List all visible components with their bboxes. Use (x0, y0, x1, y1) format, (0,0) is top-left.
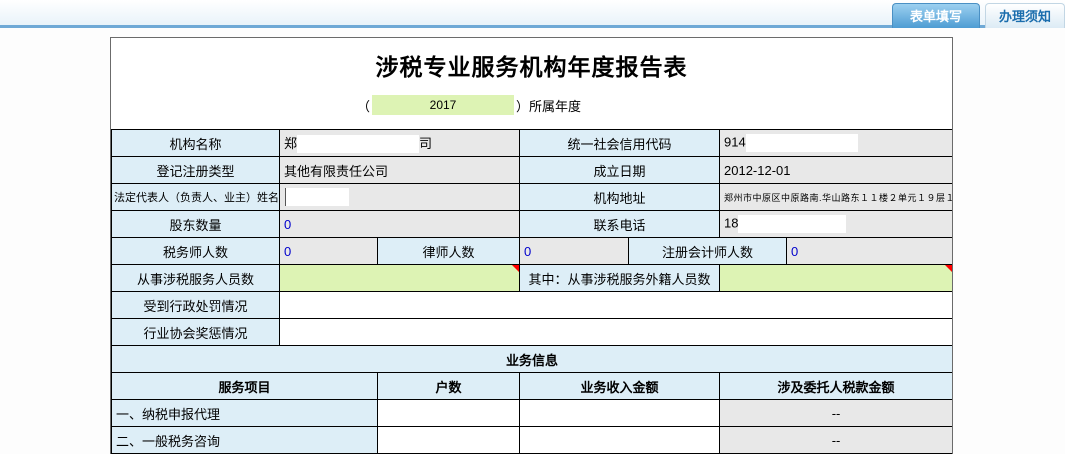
business-row-name: 一、纳税申报代理 (112, 400, 378, 427)
table-row: 二、一般税务咨询 -- (112, 427, 953, 454)
tab-handling-notice[interactable]: 办理须知 (985, 3, 1065, 28)
table-row: 税务师人数 0 律师人数 0 注册会计师人数 0 (112, 238, 953, 265)
reg-type-value: 其他有限责任公司 (280, 157, 520, 184)
table-row: 一、纳税申报代理 -- (112, 400, 953, 427)
legal-rep-redaction (285, 188, 349, 206)
tab-group: 表单填写 办理须知 (892, 3, 1065, 28)
business-row-income-input[interactable] (520, 400, 720, 427)
col-header-income: 业务收入金额 (520, 373, 720, 400)
credit-code-text: 914 (724, 134, 746, 149)
tax-agent-count-label: 税务师人数 (112, 238, 280, 265)
cpa-count-label: 注册会计师人数 (629, 238, 787, 265)
form-panel: 涉税专业服务机构年度报告表 （ 2017 ）所属年度 机构名称 郑司 统一社会信… (110, 37, 953, 454)
association-reward-input[interactable] (280, 319, 953, 346)
foreign-staff-count-label: 其中：从事涉税服务外籍人员数 (520, 265, 720, 292)
association-reward-label: 行业协会奖惩情况 (112, 319, 280, 346)
tax-agent-count-value[interactable]: 0 (280, 238, 378, 265)
table-row: 行业协会奖惩情况 (112, 319, 953, 346)
credit-code-value: 914 (720, 130, 953, 157)
address-label: 机构地址 (520, 184, 720, 211)
year-line: （ 2017 ）所属年度 (111, 94, 952, 116)
year-close-text: ）所属年度 (516, 96, 581, 115)
business-row-income-input[interactable] (520, 427, 720, 454)
establish-date-value: 2012-12-01 (720, 157, 953, 184)
required-corner-marker (512, 265, 519, 272)
org-name-suffix: 司 (419, 136, 432, 151)
org-name-value: 郑司 (280, 130, 520, 157)
table-row: 服务项目 户数 业务收入金额 涉及委托人税款金额 (112, 373, 953, 400)
admin-penalty-label: 受到行政处罚情况 (112, 292, 280, 319)
required-corner-marker (945, 265, 952, 272)
credit-code-redaction (746, 134, 858, 152)
service-staff-count-input[interactable] (280, 265, 520, 292)
org-name-prefix: 郑 (284, 136, 297, 151)
credit-code-label: 统一社会信用代码 (520, 130, 720, 157)
org-name-label: 机构名称 (112, 130, 280, 157)
table-row: 法定代表人（负责人、业主）姓名 机构地址 郑州市中原区中原路南.华山路东１１楼２… (112, 184, 953, 211)
business-row-households-input[interactable] (378, 427, 520, 454)
report-table: 机构名称 郑司 统一社会信用代码 914 登记注册类型 其他有限责任公司 成立日… (111, 129, 953, 454)
legal-rep-value (280, 184, 520, 211)
top-tab-bar: 表单填写 办理须知 (0, 0, 1065, 28)
business-info-section-title: 业务信息 (112, 346, 953, 373)
table-row: 登记注册类型 其他有限责任公司 成立日期 2012-12-01 (112, 157, 953, 184)
business-row-households-input[interactable] (378, 400, 520, 427)
lawyer-count-label: 律师人数 (378, 238, 520, 265)
col-header-client-tax: 涉及委托人税款金额 (720, 373, 953, 400)
address-value: 郑州市中原区中原路南.华山路东１１楼２单元１９层１９０１号 (720, 184, 953, 211)
page-title: 涉税专业服务机构年度报告表 (111, 48, 952, 82)
year-input[interactable]: 2017 (372, 95, 514, 115)
table-row: 从事涉税服务人员数 其中：从事涉税服务外籍人员数 (112, 265, 953, 292)
admin-penalty-input[interactable] (280, 292, 953, 319)
reg-type-label: 登记注册类型 (112, 157, 280, 184)
year-open-paren: （ (357, 96, 370, 115)
phone-redaction (738, 215, 846, 233)
col-header-households: 户数 (378, 373, 520, 400)
table-row: 业务信息 (112, 346, 953, 373)
phone-label: 联系电话 (520, 211, 720, 238)
foreign-staff-count-input[interactable] (720, 265, 953, 292)
org-name-redaction (297, 135, 419, 153)
cpa-count-value[interactable]: 0 (787, 238, 953, 265)
table-row: 机构名称 郑司 统一社会信用代码 914 (112, 130, 953, 157)
business-row-client-tax: -- (720, 427, 953, 454)
shareholder-count-label: 股东数量 (112, 211, 280, 238)
table-row: 股东数量 0 联系电话 18 (112, 211, 953, 238)
business-row-client-tax: -- (720, 400, 953, 427)
legal-rep-label: 法定代表人（负责人、业主）姓名 (112, 184, 280, 211)
business-row-name: 二、一般税务咨询 (112, 427, 378, 454)
service-staff-count-label: 从事涉税服务人员数 (112, 265, 280, 292)
table-row: 受到行政处罚情况 (112, 292, 953, 319)
phone-value: 18 (720, 211, 953, 238)
tab-form-fill[interactable]: 表单填写 (892, 3, 980, 28)
lawyer-count-value[interactable]: 0 (520, 238, 629, 265)
phone-text: 18 (724, 215, 738, 230)
shareholder-count-value[interactable]: 0 (280, 211, 520, 238)
col-header-service-item: 服务项目 (112, 373, 378, 400)
establish-date-label: 成立日期 (520, 157, 720, 184)
